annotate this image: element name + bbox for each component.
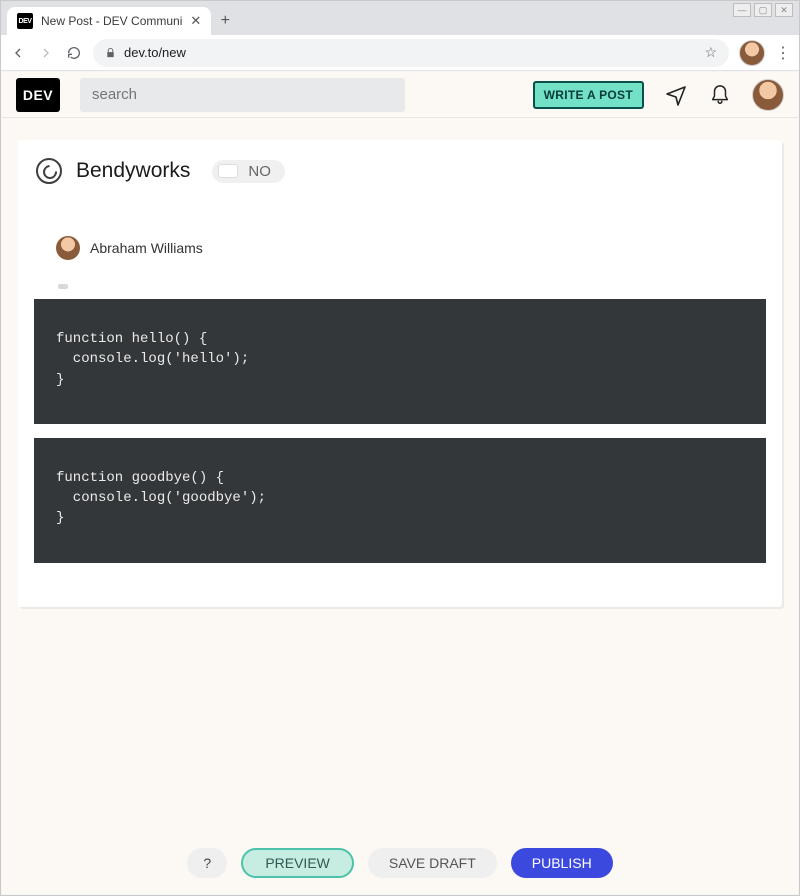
toggle-label: NO	[248, 163, 271, 180]
window-close-button[interactable]: ✕	[775, 3, 793, 17]
organization-name: Bendyworks	[76, 159, 190, 183]
browser-omnibox[interactable]: dev.to/new ☆	[93, 39, 729, 67]
bookmark-star-icon[interactable]: ☆	[704, 44, 717, 61]
new-tab-button[interactable]: +	[211, 7, 239, 35]
site-search	[80, 78, 405, 112]
page-body: DEV WRITE A POST Bendyworks	[2, 72, 798, 894]
browser-profile-avatar[interactable]	[739, 40, 765, 66]
author-name: Abraham Williams	[90, 240, 203, 256]
editor-footer-toolbar: ? PREVIEW SAVE DRAFT PUBLISH	[2, 848, 798, 878]
toggle-knob	[218, 164, 238, 178]
browser-tab-strip: DEV New Post - DEV Communi ✕ +	[1, 1, 799, 35]
browser-window: — ▢ ✕ DEV New Post - DEV Communi ✕ + dev…	[0, 0, 800, 896]
window-controls: — ▢ ✕	[733, 3, 793, 17]
browser-tab-active[interactable]: DEV New Post - DEV Communi ✕	[7, 7, 211, 35]
author-row: Abraham Williams	[18, 184, 782, 260]
publish-button[interactable]: PUBLISH	[511, 848, 613, 878]
post-under-org-toggle[interactable]: NO	[212, 160, 285, 183]
user-avatar[interactable]	[752, 79, 784, 111]
dev-logo[interactable]: DEV	[16, 78, 60, 112]
window-maximize-button[interactable]: ▢	[754, 3, 772, 17]
help-button[interactable]: ?	[187, 848, 227, 878]
tab-close-icon[interactable]: ✕	[190, 13, 201, 29]
save-draft-button[interactable]: SAVE DRAFT	[368, 848, 497, 878]
browser-menu-icon[interactable]: ⋮	[775, 43, 791, 63]
nav-back-button[interactable]	[9, 44, 27, 62]
preview-button[interactable]: PREVIEW	[241, 848, 354, 878]
code-block-2: function goodbye() { console.log('goodby…	[34, 438, 766, 563]
organization-row: Bendyworks NO	[18, 158, 782, 184]
lock-icon	[105, 47, 116, 59]
organization-icon	[36, 158, 62, 184]
search-input[interactable]	[80, 78, 405, 112]
editor-card: Bendyworks NO Abraham Williams function …	[18, 140, 782, 607]
browser-url-text: dev.to/new	[124, 45, 186, 60]
nav-forward-button[interactable]	[37, 44, 55, 62]
editor-stage: Bendyworks NO Abraham Williams function …	[2, 118, 798, 894]
window-minimize-button[interactable]: —	[733, 3, 751, 17]
tags-placeholder[interactable]	[58, 284, 68, 289]
code-block-1: function hello() { console.log('hello');…	[34, 299, 766, 424]
browser-address-bar: dev.to/new ☆ ⋮	[1, 35, 799, 71]
notifications-icon[interactable]	[708, 83, 732, 107]
dev-favicon-icon: DEV	[17, 13, 33, 29]
site-header: DEV WRITE A POST	[2, 72, 798, 118]
browser-tab-title: New Post - DEV Communi	[41, 14, 182, 28]
nav-reload-button[interactable]	[65, 44, 83, 62]
write-post-button[interactable]: WRITE A POST	[533, 81, 644, 109]
author-avatar-icon	[56, 236, 80, 260]
connect-icon[interactable]	[664, 83, 688, 107]
